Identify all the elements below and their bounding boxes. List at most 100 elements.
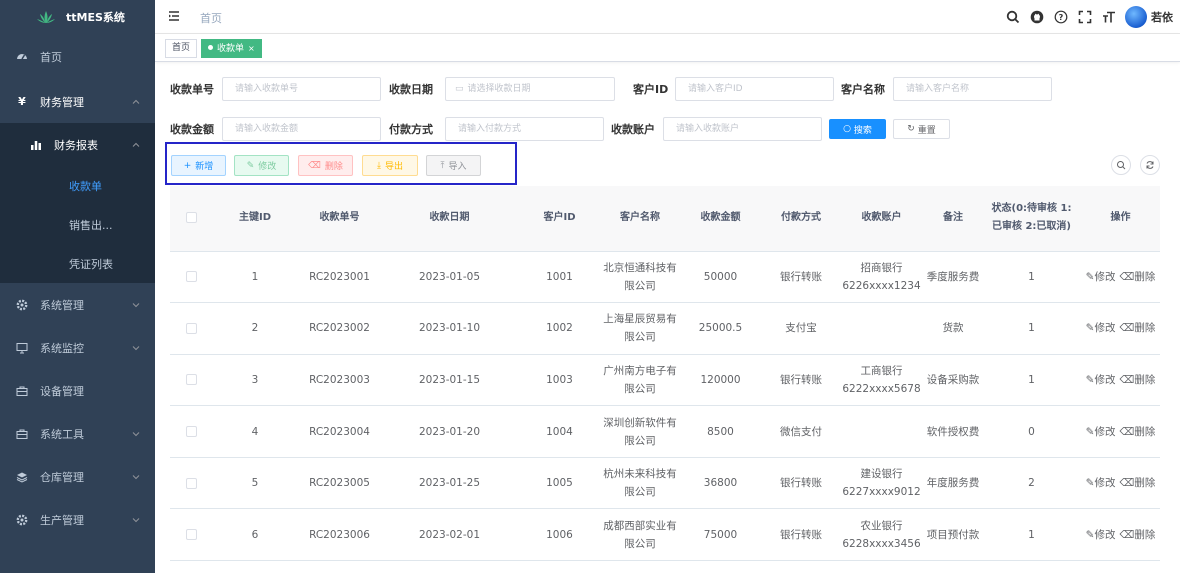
row-checkbox[interactable] — [186, 477, 197, 489]
account-input[interactable]: 请输入收款账户 — [663, 117, 822, 141]
select-all-checkbox[interactable] — [186, 211, 197, 223]
row-delete-label: 删除 — [1134, 425, 1156, 438]
table-cell: 项目预付款 — [924, 508, 982, 562]
pay-method-label: 付款方式 — [389, 123, 433, 136]
refresh-button[interactable] — [1140, 155, 1160, 175]
search-icon: ○ — [843, 124, 851, 134]
fullscreen-icon[interactable] — [1077, 9, 1093, 25]
sidebar-item-production[interactable]: 生产管理 — [0, 498, 155, 541]
table-cell: 1 — [982, 302, 1081, 355]
row-edit-link[interactable]: ✎修改 — [1086, 322, 1116, 334]
customer-id-input[interactable]: 请输入客户ID — [675, 77, 834, 101]
row-delete-link[interactable]: ⌫删除 — [1119, 271, 1155, 283]
toggle-search-button[interactable] — [1111, 155, 1131, 175]
table-cell — [839, 302, 924, 355]
table-cell: 3 — [213, 354, 297, 407]
search-row-2: 收款金额 请输入收款金额 付款方式 请输入付款方式 收款账户 请输入收款账户 ○… — [170, 117, 950, 141]
github-icon[interactable] — [1029, 9, 1045, 25]
sidebar-item-label: 仓库管理 — [40, 470, 84, 484]
sidebar-item-voucher-list[interactable]: 凭证列表 — [0, 244, 155, 283]
sidebar-item-label: 生产管理 — [40, 513, 84, 527]
table-row[interactable]: 4 RC2023004 2023-01-20 1004 深圳创新软件有限公司 8500 微信… — [170, 405, 1160, 458]
row-edit-link[interactable]: ✎修改 — [1086, 529, 1116, 541]
username[interactable]: 若依 — [1151, 9, 1173, 25]
edit-button[interactable]: ✎ 修改 — [234, 155, 289, 176]
sidebar-item-tools[interactable]: 系统工具 — [0, 412, 155, 455]
avatar[interactable] — [1125, 6, 1147, 28]
sidebar-item-finance[interactable]: ¥ 财务管理 — [0, 80, 155, 123]
logo[interactable]: ttMES系统 — [0, 0, 155, 34]
row-select-cell[interactable] — [170, 354, 213, 407]
row-delete-link[interactable]: ⌫删除 — [1119, 322, 1155, 334]
close-icon[interactable]: × — [248, 44, 255, 53]
row-select-cell[interactable] — [170, 508, 213, 562]
table-row[interactable]: 5 RC2023005 2023-01-25 1005 杭州未来科技有限公司 36800 银… — [170, 457, 1160, 510]
add-button[interactable]: + 新增 — [171, 155, 226, 176]
chevron-up-icon — [131, 140, 141, 150]
table-cell: 120000 — [678, 354, 763, 407]
gear-icon — [16, 299, 28, 311]
sidebar-item-finance-report[interactable]: 财务报表 — [0, 123, 155, 166]
row-select-cell[interactable] — [170, 405, 213, 458]
search-button[interactable]: ○ 搜索 — [829, 119, 886, 139]
table-row[interactable]: 6 RC2023006 2023-02-01 1006 成都西部实业有限公司 75000 银… — [170, 508, 1160, 562]
row-checkbox[interactable] — [186, 322, 197, 334]
table-row[interactable]: 3 RC2023003 2023-01-15 1003 广州南方电子有限公司 120000… — [170, 354, 1160, 407]
row-delete-link[interactable]: ⌫删除 — [1119, 477, 1155, 489]
row-edit-link[interactable]: ✎修改 — [1086, 374, 1116, 386]
row-edit-label: 修改 — [1094, 425, 1116, 438]
svg-text:?: ? — [1059, 13, 1064, 22]
row-select-cell[interactable] — [170, 457, 213, 510]
sidebar-item-system[interactable]: 系统管理 — [0, 283, 155, 326]
tag-receipt[interactable]: 收款单 × — [201, 39, 262, 58]
sidebar-item-equipment[interactable]: 设备管理 — [0, 369, 155, 412]
customer-name-input[interactable]: 请输入客户名称 — [893, 77, 1052, 101]
row-select-cell[interactable] — [170, 251, 213, 304]
row-checkbox[interactable] — [186, 529, 197, 541]
row-select-cell[interactable] — [170, 302, 213, 355]
table-cell: 2023-01-25 — [382, 457, 517, 510]
reset-button[interactable]: ↻ 重置 — [893, 119, 950, 139]
reset-button-label: 重置 — [917, 125, 936, 136]
amount-input[interactable]: 请输入收款金额 — [222, 117, 381, 141]
pay-method-input[interactable]: 请输入付款方式 — [445, 117, 604, 141]
table-cell: 2023-01-20 — [382, 405, 517, 458]
row-delete-link[interactable]: ⌫删除 — [1119, 529, 1155, 541]
row-checkbox[interactable] — [186, 374, 197, 386]
row-actions: ✎修改 ⌫删除 — [1081, 508, 1160, 562]
breadcrumb[interactable]: 首页 — [200, 10, 222, 26]
sidebar-item-warehouse[interactable]: 仓库管理 — [0, 455, 155, 498]
row-edit-link[interactable]: ✎修改 — [1086, 477, 1116, 489]
col-header: 收款金额 — [678, 186, 763, 252]
table-row[interactable]: 1 RC2023001 2023-01-05 1001 北京恒通科技有限公司 50000 银… — [170, 251, 1160, 304]
row-checkbox[interactable] — [186, 271, 197, 283]
sidebar-item-home[interactable]: 首页 — [0, 34, 155, 80]
table-row[interactable]: 2 RC2023002 2023-01-10 1002 上海星辰贸易有限公司 25000.… — [170, 302, 1160, 355]
table-cell: 36800 — [678, 457, 763, 510]
row-delete-link[interactable]: ⌫删除 — [1119, 374, 1155, 386]
customer-id-label: 客户ID — [633, 83, 669, 96]
table-cell: 1 — [982, 354, 1081, 407]
receipt-date-picker[interactable]: ▭ 请选择收款日期 — [445, 77, 615, 101]
hamburger-icon[interactable] — [168, 10, 180, 22]
row-checkbox[interactable] — [186, 426, 197, 438]
search-icon[interactable] — [1005, 9, 1021, 25]
row-edit-link[interactable]: ✎修改 — [1086, 426, 1116, 438]
row-edit-link[interactable]: ✎修改 — [1086, 271, 1116, 283]
table-cell: 农业银行 6228xxxx3456 — [839, 508, 924, 562]
select-all-cell[interactable] — [170, 186, 213, 252]
import-button[interactable]: ⤒ 导入 — [426, 155, 481, 176]
receipt-no-input[interactable]: 请输入收款单号 — [222, 77, 381, 101]
delete-button[interactable]: ⌫ 删除 — [298, 155, 353, 176]
tag-home[interactable]: 首页 — [165, 39, 198, 58]
table-cell: 1001 — [517, 251, 602, 304]
sidebar-item-label: 设备管理 — [40, 384, 84, 398]
row-delete-link[interactable]: ⌫删除 — [1119, 426, 1155, 438]
sidebar-item-monitor[interactable]: 系统监控 — [0, 326, 155, 369]
sidebar-item-sales-out[interactable]: 销售出... — [0, 205, 155, 244]
sidebar-item-label: 凭证列表 — [69, 257, 113, 271]
help-icon[interactable]: ? — [1053, 9, 1069, 25]
font-size-icon[interactable] — [1101, 9, 1117, 25]
export-button[interactable]: ⤓ 导出 — [362, 155, 418, 176]
sidebar-item-receipt[interactable]: 收款单 — [0, 166, 155, 205]
